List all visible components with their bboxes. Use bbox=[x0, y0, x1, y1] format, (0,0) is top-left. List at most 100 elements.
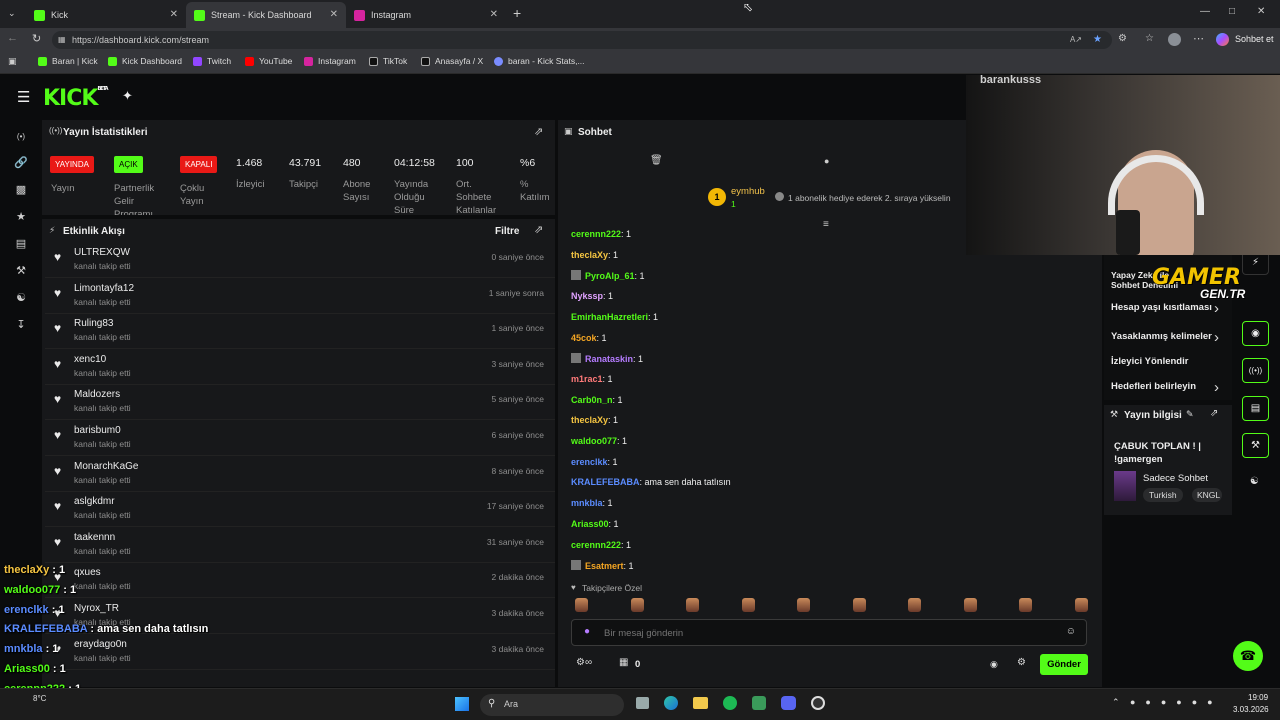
emoji-icon[interactable]: ☺ bbox=[1066, 626, 1076, 637]
feed-item[interactable]: ♥ aslgkdmr kanalı takip etti 17 saniye önce bbox=[45, 492, 555, 528]
maximize-window-icon[interactable]: □ bbox=[1229, 6, 1235, 17]
task-view-icon[interactable] bbox=[636, 697, 649, 709]
feed-username[interactable]: MonarchKaGe bbox=[74, 461, 138, 472]
more-menu-icon[interactable]: ⋯ bbox=[1193, 32, 1204, 45]
live-stream-icon[interactable]: (•) bbox=[14, 131, 28, 143]
chat-username[interactable]: 45cok bbox=[571, 333, 597, 343]
app-icon[interactable] bbox=[752, 696, 766, 710]
popout-icon[interactable]: ⇗ bbox=[534, 223, 543, 236]
send-button[interactable]: Gönder bbox=[1040, 654, 1088, 675]
emote-icon[interactable] bbox=[1019, 598, 1032, 612]
start-icon[interactable] bbox=[455, 697, 469, 711]
tab-kick-dashboard[interactable]: Stream - Kick Dashboard ✕ bbox=[186, 2, 346, 28]
feed-username[interactable]: Nyrox_TR bbox=[74, 603, 119, 614]
pinned-collapse-icon[interactable]: ≡ bbox=[823, 219, 829, 230]
obs-icon[interactable] bbox=[811, 696, 825, 710]
chat-username[interactable]: PyroAlp_61 bbox=[585, 271, 635, 281]
queue-button[interactable]: ▤ bbox=[1242, 396, 1269, 421]
emote-icon[interactable] bbox=[630, 598, 644, 612]
popout-icon[interactable]: ⇗ bbox=[1210, 408, 1218, 419]
chat-username[interactable]: Nykssp bbox=[571, 291, 603, 301]
site-info-icon[interactable]: ▦ bbox=[58, 31, 66, 49]
feed-item[interactable]: ♥ eraydago0n kanalı takip etti 3 dakika önc… bbox=[45, 635, 555, 670]
feed-item[interactable]: ♥ Limontayfa12 kanalı takip etti 1 saniye s… bbox=[45, 279, 555, 314]
tools-button[interactable]: ⚒ bbox=[1242, 433, 1269, 458]
chat-username[interactable]: erenclkk bbox=[571, 457, 608, 467]
chat-username[interactable]: mnkbla bbox=[571, 498, 603, 508]
extensions-icon[interactable]: ⚙ bbox=[1118, 33, 1127, 44]
tray-chevron-icon[interactable]: ⌃ bbox=[1112, 697, 1120, 708]
chat-popout-button[interactable]: ◉ bbox=[1242, 321, 1269, 346]
feed-username[interactable]: barisbum0 bbox=[74, 425, 121, 436]
chat-mode-icon[interactable]: ● bbox=[824, 156, 829, 166]
chat-username[interactable]: cerennn222 bbox=[571, 229, 621, 239]
emote-icon[interactable] bbox=[797, 598, 810, 612]
favorite-star-icon[interactable]: ★ bbox=[1093, 31, 1102, 49]
link-icon[interactable]: 🔗 bbox=[14, 157, 28, 169]
close-tab-icon[interactable]: ✕ bbox=[330, 9, 338, 20]
bookmark-x[interactable]: Anasayfa / X bbox=[421, 56, 483, 66]
chat-input[interactable]: ● ☺ bbox=[571, 619, 1087, 646]
taskbar-search[interactable]: ⚲ Ara bbox=[480, 694, 624, 716]
media-icon[interactable]: ▤ bbox=[14, 238, 28, 250]
chat-username[interactable]: theclaXy bbox=[571, 415, 608, 425]
feed-item[interactable]: ♥ ULTREXQW kanalı takip etti 0 saniye önce bbox=[45, 243, 555, 278]
gear-icon[interactable]: ⚙ bbox=[1017, 657, 1026, 668]
feed-username[interactable]: taakennn bbox=[74, 532, 115, 543]
moderation-setting-item[interactable]: Hesap yaşı kısıtlaması bbox=[1111, 302, 1212, 313]
chat-username[interactable]: m1rac1 bbox=[571, 374, 603, 384]
feed-item[interactable]: ♥ taakennn kanalı takip etti 31 saniye önce bbox=[45, 528, 555, 563]
chat-settings-bubble-icon[interactable]: ◉ bbox=[990, 659, 998, 670]
analytics-icon[interactable]: ▩ bbox=[14, 184, 28, 196]
close-window-icon[interactable]: ✕ bbox=[1257, 6, 1265, 17]
read-aloud-icon[interactable]: A↗ bbox=[1070, 31, 1082, 49]
edit-pencil-icon[interactable]: ✎ bbox=[1186, 409, 1194, 420]
emote-icon[interactable] bbox=[1074, 598, 1088, 612]
reload-icon[interactable]: ↻ bbox=[32, 32, 41, 45]
feed-username[interactable]: eraydago0n bbox=[74, 639, 127, 650]
moderation-setting-item[interactable]: Hedefleri belirleyin bbox=[1111, 381, 1196, 392]
popout-icon[interactable]: ⇗ bbox=[534, 125, 543, 138]
edge-icon[interactable] bbox=[664, 696, 678, 710]
copilot-label[interactable]: Sohbet et bbox=[1235, 34, 1274, 44]
discord-icon[interactable] bbox=[781, 696, 796, 710]
file-explorer-icon[interactable] bbox=[693, 697, 708, 709]
minimize-window-icon[interactable]: — bbox=[1200, 6, 1210, 17]
tab-instagram[interactable]: Instagram ✕ bbox=[346, 2, 506, 28]
community-icon[interactable]: ☯ bbox=[14, 292, 28, 304]
bookmark-baran-kick[interactable]: Baran | Kick bbox=[38, 56, 98, 66]
spotify-icon[interactable] bbox=[723, 696, 737, 710]
wrench-icon[interactable]: ⚒ bbox=[14, 265, 28, 277]
close-tab-icon[interactable]: ✕ bbox=[490, 9, 498, 20]
bookmark-kick-dashboard[interactable]: Kick Dashboard bbox=[108, 56, 182, 66]
back-icon[interactable]: ← bbox=[7, 32, 18, 44]
community-icon[interactable]: ☯ bbox=[1250, 476, 1259, 487]
weather-widget[interactable]: 8°C bbox=[33, 694, 46, 703]
feed-username[interactable]: Ruling83 bbox=[74, 318, 113, 329]
feed-item[interactable]: ♥ xenc10 kanalı takip etti 3 saniye önce bbox=[45, 350, 555, 385]
copilot-icon[interactable] bbox=[1216, 33, 1229, 46]
feed-username[interactable]: aslgkdmr bbox=[74, 496, 115, 507]
kick-logo[interactable]: KICKBETA bbox=[43, 86, 109, 111]
bookmark-instagram[interactable]: Instagram bbox=[304, 56, 356, 66]
broadcast-button[interactable]: ((•)) bbox=[1242, 358, 1269, 383]
bookmark-youtube[interactable]: YouTube bbox=[245, 56, 292, 66]
filter-button[interactable]: Filtre bbox=[495, 226, 519, 237]
feed-username[interactable]: qxues bbox=[74, 567, 101, 578]
bookmark-twitch[interactable]: Twitch bbox=[193, 56, 231, 66]
microphone-icon[interactable]: ● bbox=[584, 626, 590, 637]
chat-username[interactable]: theclaXy bbox=[571, 250, 608, 260]
moderation-setting-item[interactable]: İzleyici Yönlendir bbox=[1111, 356, 1188, 367]
emote-icon[interactable] bbox=[852, 598, 866, 612]
bookmark-kick-stats[interactable]: baran - Kick Stats,... bbox=[494, 56, 585, 66]
tag-chip[interactable]: Turkish bbox=[1143, 488, 1183, 502]
tab-list-dropdown-icon[interactable]: ⌄ bbox=[8, 8, 16, 19]
bookmark-tiktok[interactable]: TikTok bbox=[369, 56, 407, 66]
chat-username[interactable]: cerennn222 bbox=[571, 540, 621, 550]
emote-icon[interactable] bbox=[686, 598, 699, 612]
trophy-icon[interactable]: ★ bbox=[14, 211, 28, 223]
chat-message-field[interactable] bbox=[604, 625, 1044, 641]
new-tab-icon[interactable]: + bbox=[513, 5, 521, 21]
feed-item[interactable]: ♥ barisbum0 kanalı takip etti 6 saniye önce bbox=[45, 421, 555, 456]
sidebar-toggle-icon[interactable]: ▣ bbox=[8, 56, 17, 67]
